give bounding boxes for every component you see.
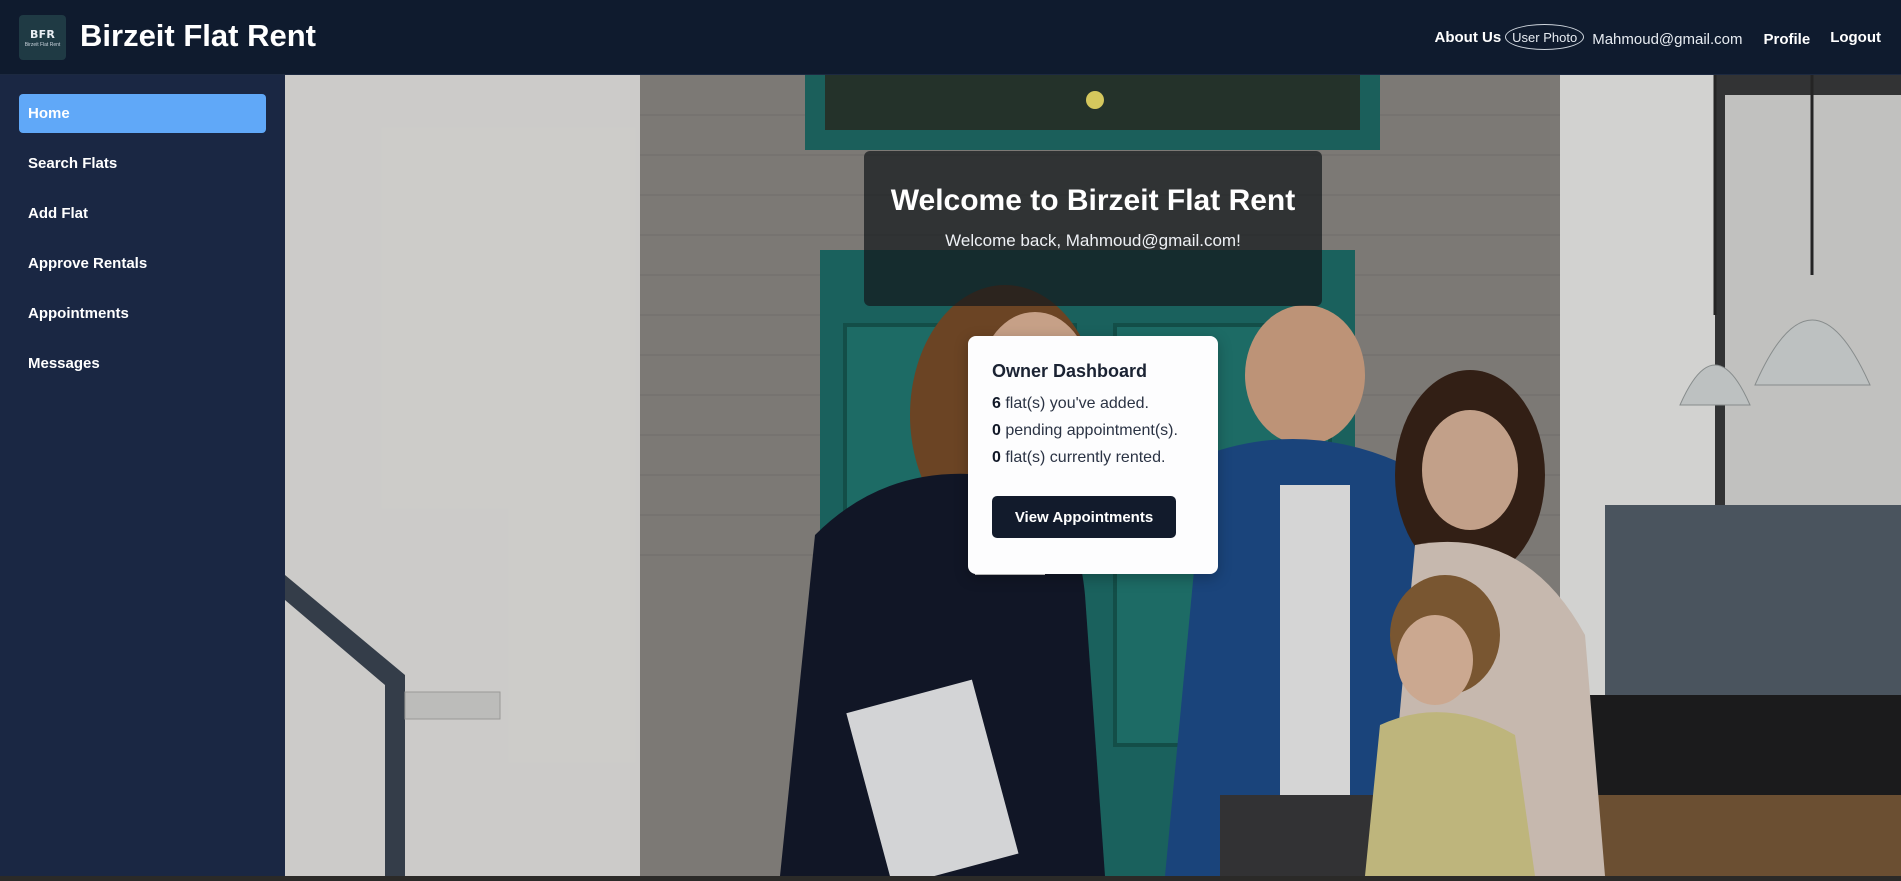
sidebar: Home Search Flats Add Flat Approve Renta… <box>0 75 285 881</box>
pending-appointments-count: 0 <box>992 422 1001 439</box>
welcome-banner: Welcome to Birzeit Flat Rent Welcome bac… <box>864 151 1322 306</box>
view-appointments-button[interactable]: View Appointments <box>992 496 1176 538</box>
profile-link[interactable]: Profile <box>1764 31 1811 48</box>
flats-rented-stat: 0 flat(s) currently rented. <box>992 449 1194 467</box>
user-photo[interactable]: User Photo <box>1505 24 1585 50</box>
site-title: Birzeit Flat Rent <box>80 18 316 53</box>
header-nav: About Us User Photo Mahmoud@gmail.com Pr… <box>1435 24 1881 50</box>
sidebar-item-approve-rentals[interactable]: Approve Rentals <box>19 244 266 283</box>
flats-rented-count: 0 <box>992 449 1001 466</box>
pending-appointments-stat: 0 pending appointment(s). <box>992 422 1194 440</box>
pending-appointments-text: pending appointment(s). <box>1005 422 1178 439</box>
owner-dashboard-card: Owner Dashboard 6 flat(s) you've added. … <box>968 336 1218 574</box>
flats-added-stat: 6 flat(s) you've added. <box>992 395 1194 413</box>
sidebar-item-search-flats[interactable]: Search Flats <box>19 144 266 183</box>
sidebar-item-messages[interactable]: Messages <box>19 344 266 383</box>
welcome-subtitle: Welcome back, Mahmoud@gmail.com! <box>945 231 1241 250</box>
flats-added-count: 6 <box>992 395 1001 412</box>
top-header: BFR Birzeit Flat Rent Birzeit Flat Rent … <box>0 0 1901 75</box>
sidebar-item-home[interactable]: Home <box>19 94 266 133</box>
logout-link[interactable]: Logout <box>1830 29 1881 46</box>
bottom-edge <box>0 876 1901 881</box>
about-us-link[interactable]: About Us <box>1435 29 1502 46</box>
flats-added-text: flat(s) you've added. <box>1005 395 1149 412</box>
user-email: Mahmoud@gmail.com <box>1592 30 1743 48</box>
sidebar-item-appointments[interactable]: Appointments <box>19 294 266 333</box>
sidebar-item-add-flat[interactable]: Add Flat <box>19 194 266 233</box>
dashboard-title: Owner Dashboard <box>992 361 1148 381</box>
welcome-title: Welcome to Birzeit Flat Rent <box>890 184 1296 217</box>
flats-rented-text: flat(s) currently rented. <box>1005 449 1166 466</box>
site-logo[interactable]: BFR Birzeit Flat Rent <box>19 15 66 60</box>
logo-subtitle: Birzeit Flat Rent <box>24 41 61 48</box>
logo-mark: BFR <box>30 27 55 41</box>
